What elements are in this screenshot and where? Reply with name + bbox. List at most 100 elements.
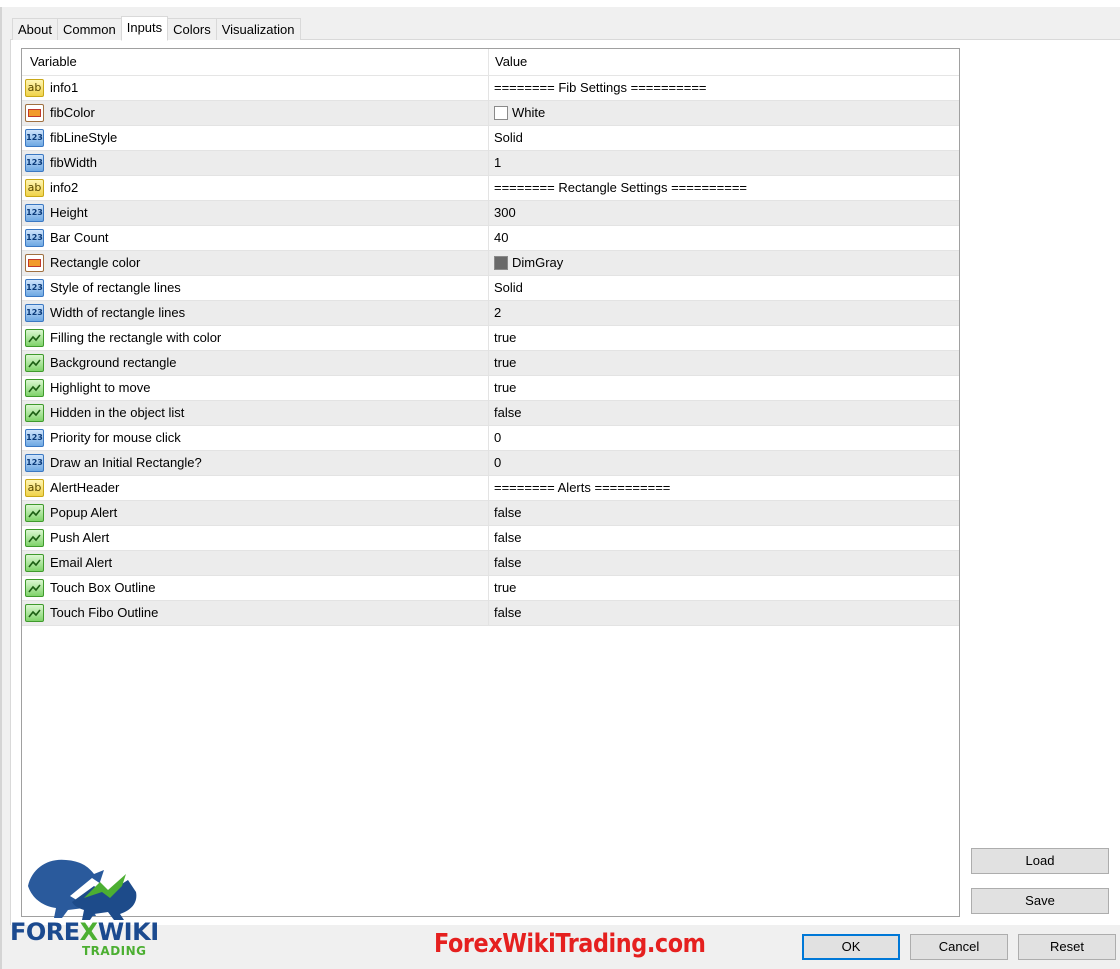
table-row[interactable]: 123 Bar Count 40: [22, 226, 959, 251]
value-cell[interactable]: true: [489, 351, 958, 375]
table-row[interactable]: 123 Priority for mouse click 0: [22, 426, 959, 451]
value-text: true: [494, 580, 517, 595]
cancel-button[interactable]: Cancel: [910, 934, 1008, 960]
logo-x-text: X: [79, 918, 99, 946]
variable-cell[interactable]: fibColor: [22, 101, 489, 125]
variable-cell[interactable]: 123 Style of rectangle lines: [22, 276, 489, 300]
value-cell[interactable]: 0: [489, 451, 958, 475]
table-row[interactable]: ab info2 ======== Rectangle Settings =====…: [22, 176, 959, 201]
value-text: ======== Alerts ==========: [494, 480, 671, 495]
save-button[interactable]: Save: [971, 888, 1109, 914]
table-row[interactable]: ab AlertHeader ======== Alerts ==========: [22, 476, 959, 501]
value-cell[interactable]: DimGray: [489, 251, 958, 275]
bool-icon: [25, 579, 44, 597]
tab-inputs[interactable]: Inputs: [120, 16, 169, 41]
value-cell[interactable]: true: [489, 326, 958, 350]
variable-cell[interactable]: Highlight to move: [22, 376, 489, 400]
table-row[interactable]: Touch Box Outline true: [22, 576, 959, 601]
value-cell[interactable]: 1: [489, 151, 958, 175]
value-cell[interactable]: false: [489, 601, 958, 625]
variable-cell[interactable]: Background rectangle: [22, 351, 489, 375]
variable-cell[interactable]: Touch Fibo Outline: [22, 601, 489, 625]
table-row[interactable]: ab info1 ======== Fib Settings ==========: [22, 76, 959, 101]
variable-cell[interactable]: ab info2: [22, 176, 489, 200]
variable-cell[interactable]: Filling the rectangle with color: [22, 326, 489, 350]
variable-cell[interactable]: 123 Draw an Initial Rectangle?: [22, 451, 489, 475]
number-icon: 123: [25, 279, 44, 297]
variable-cell[interactable]: Popup Alert: [22, 501, 489, 525]
variable-cell[interactable]: Email Alert: [22, 551, 489, 575]
load-button[interactable]: Load: [971, 848, 1109, 874]
variable-cell[interactable]: 123 fibWidth: [22, 151, 489, 175]
value-cell[interactable]: 2: [489, 301, 958, 325]
value-cell[interactable]: false: [489, 401, 958, 425]
tab-common[interactable]: Common: [56, 18, 121, 40]
variable-cell[interactable]: ab AlertHeader: [22, 476, 489, 500]
variable-name: Style of rectangle lines: [50, 280, 181, 295]
value-text: true: [494, 330, 517, 345]
value-cell[interactable]: false: [489, 526, 958, 550]
table-row[interactable]: 123 Draw an Initial Rectangle? 0: [22, 451, 959, 476]
variable-cell[interactable]: Push Alert: [22, 526, 489, 550]
table-row[interactable]: fibColor White: [22, 101, 959, 126]
value-cell[interactable]: true: [489, 576, 958, 600]
value-cell[interactable]: ======== Alerts ==========: [489, 476, 958, 500]
logo-wordmark: FOREXWIKI: [10, 918, 159, 946]
variable-cell[interactable]: 123 fibLineStyle: [22, 126, 489, 150]
inputs-grid[interactable]: Variable Value ab info1 ======== Fib Setti…: [21, 48, 960, 917]
table-row[interactable]: Hidden in the object list false: [22, 401, 959, 426]
table-row[interactable]: Push Alert false: [22, 526, 959, 551]
bool-icon: [25, 604, 44, 622]
table-row[interactable]: 123 Height 300: [22, 201, 959, 226]
value-cell[interactable]: ======== Fib Settings ==========: [489, 76, 958, 100]
variable-cell[interactable]: Touch Box Outline: [22, 576, 489, 600]
table-row[interactable]: Filling the rectangle with color true: [22, 326, 959, 351]
value-cell[interactable]: White: [489, 101, 958, 125]
table-row[interactable]: Email Alert false: [22, 551, 959, 576]
value-cell[interactable]: 40: [489, 226, 958, 250]
variable-cell[interactable]: ab info1: [22, 76, 489, 100]
table-row[interactable]: Touch Fibo Outline false: [22, 601, 959, 626]
tab-visualization[interactable]: Visualization: [215, 18, 301, 40]
variable-cell[interactable]: Hidden in the object list: [22, 401, 489, 425]
value-text: 0: [494, 430, 502, 445]
value-cell[interactable]: Solid: [489, 276, 958, 300]
ok-button[interactable]: OK: [802, 934, 900, 960]
variable-cell[interactable]: 123 Width of rectangle lines: [22, 301, 489, 325]
variable-name: info2: [50, 180, 79, 195]
table-row[interactable]: Popup Alert false: [22, 501, 959, 526]
reset-button[interactable]: Reset: [1018, 934, 1116, 960]
table-row[interactable]: Background rectangle true: [22, 351, 959, 376]
value-cell[interactable]: false: [489, 501, 958, 525]
variable-cell[interactable]: Rectangle color: [22, 251, 489, 275]
variable-cell[interactable]: 123 Height: [22, 201, 489, 225]
logo-forex-text: FORE: [10, 918, 80, 946]
variable-cell[interactable]: 123 Priority for mouse click: [22, 426, 489, 450]
variable-cell[interactable]: 123 Bar Count: [22, 226, 489, 250]
value-cell[interactable]: Solid: [489, 126, 958, 150]
number-icon: 123: [25, 204, 44, 222]
value-text: Solid: [494, 130, 523, 145]
color-swatch: [494, 106, 508, 120]
table-row[interactable]: Rectangle color DimGray: [22, 251, 959, 276]
table-row[interactable]: 123 Width of rectangle lines 2: [22, 301, 959, 326]
column-header-variable[interactable]: Variable: [22, 49, 489, 75]
value-cell[interactable]: 0: [489, 426, 958, 450]
value-cell[interactable]: ======== Rectangle Settings ==========: [489, 176, 958, 200]
tab-about[interactable]: About: [12, 18, 57, 40]
value-cell[interactable]: 300: [489, 201, 958, 225]
color-swatch: [494, 256, 508, 270]
tab-colors[interactable]: Colors: [168, 18, 216, 40]
number-icon: 123: [25, 229, 44, 247]
table-row[interactable]: 123 Style of rectangle lines Solid: [22, 276, 959, 301]
value-cell[interactable]: false: [489, 551, 958, 575]
string-icon: ab: [25, 479, 44, 497]
column-header-value[interactable]: Value: [489, 49, 958, 75]
table-row[interactable]: 123 fibWidth 1: [22, 151, 959, 176]
variable-name: Background rectangle: [50, 355, 177, 370]
bool-icon: [25, 379, 44, 397]
value-cell[interactable]: true: [489, 376, 958, 400]
number-icon: 123: [25, 154, 44, 172]
table-row[interactable]: Highlight to move true: [22, 376, 959, 401]
table-row[interactable]: 123 fibLineStyle Solid: [22, 126, 959, 151]
